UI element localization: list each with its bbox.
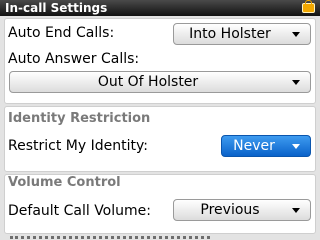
auto-answer-calls-dropdown[interactable]: Out Of Holster [9, 71, 311, 93]
volume-control-heading: Volume Control [8, 175, 121, 190]
holster-settings-panel: Auto End Calls: Into Holster Auto Answer… [4, 18, 316, 104]
default-call-volume-label: Default Call Volume: [8, 203, 151, 219]
restrict-identity-label: Restrict My Identity: [8, 138, 148, 154]
next-section-heading-cutoff [10, 236, 210, 240]
auto-answer-calls-value: Out Of Holster [97, 74, 199, 90]
auto-end-calls-label: Auto End Calls: [8, 25, 115, 41]
chevron-down-icon [292, 32, 300, 37]
volume-control-panel: Volume Control Default Call Volume: Prev… [4, 174, 316, 234]
default-call-volume-value: Previous [200, 202, 260, 218]
title-bar: In-call Settings [0, 0, 320, 16]
identity-restriction-panel: Identity Restriction Restrict My Identit… [4, 106, 316, 172]
chevron-down-icon [292, 208, 300, 213]
restrict-identity-value: Never [233, 138, 275, 154]
page-title: In-call Settings [5, 1, 108, 15]
battery-icon [302, 0, 315, 13]
settings-list: Auto End Calls: Into Holster Auto Answer… [0, 16, 320, 240]
chevron-down-icon [292, 144, 300, 149]
auto-end-calls-value: Into Holster [189, 26, 271, 42]
auto-answer-calls-label: Auto Answer Calls: [8, 51, 140, 67]
auto-end-calls-dropdown[interactable]: Into Holster [173, 23, 311, 45]
chevron-down-icon [292, 80, 300, 85]
identity-restriction-heading: Identity Restriction [8, 111, 151, 126]
default-call-volume-dropdown[interactable]: Previous [173, 199, 311, 221]
restrict-identity-dropdown[interactable]: Never [221, 135, 311, 157]
in-call-settings-screen: In-call Settings Auto End Calls: Into Ho… [0, 0, 320, 240]
